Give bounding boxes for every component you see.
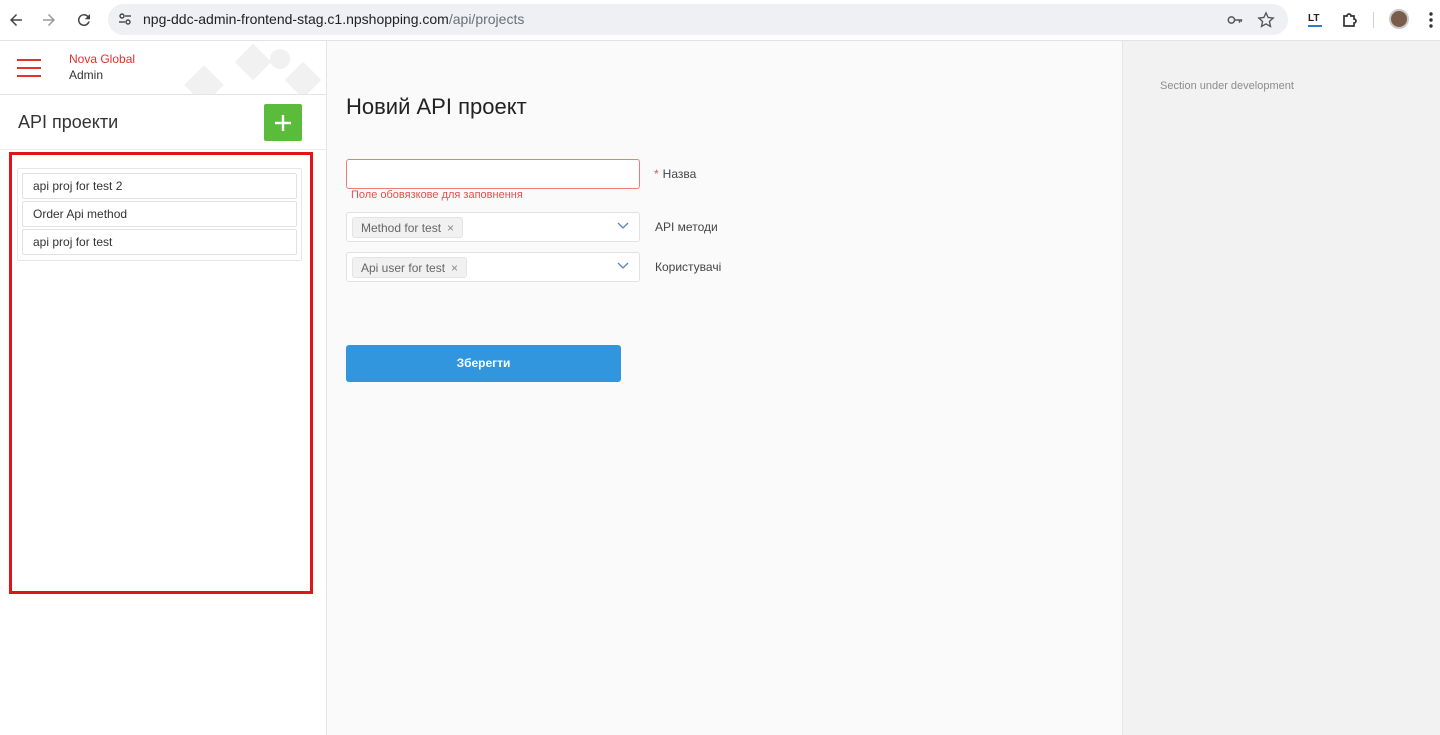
hamburger-menu-icon[interactable] (17, 59, 41, 77)
browser-menu-icon[interactable] (1428, 11, 1434, 29)
extensions-puzzle-icon[interactable] (1340, 10, 1360, 30)
users-select[interactable]: Api user for test × (346, 252, 640, 282)
project-name-label-text: Назва (662, 167, 697, 181)
required-mark: * (654, 167, 659, 181)
brand-watermark-icon (184, 43, 322, 94)
extension-label: LT (1308, 13, 1320, 24)
under-development-text: Section under development (1160, 80, 1294, 92)
forward-button[interactable] (37, 8, 61, 32)
brand-header: Nova Global Admin (0, 41, 326, 95)
brand-subtitle: Admin (69, 68, 104, 82)
chevron-down-icon[interactable] (617, 262, 629, 270)
remove-tag-icon[interactable]: × (451, 261, 458, 275)
url-host: npg-ddc-admin-frontend-stag.c1.npshoppin… (143, 11, 449, 27)
address-bar[interactable]: npg-ddc-admin-frontend-stag.c1.npshoppin… (108, 4, 1288, 35)
toolbar-divider (1373, 12, 1374, 28)
back-arrow-icon (10, 14, 22, 26)
project-list-item[interactable]: Order Api method (22, 201, 297, 227)
project-form-panel: Новий API проект * Назва Поле обовязкове … (327, 41, 1122, 735)
add-project-button[interactable] (264, 104, 302, 141)
save-button[interactable]: Зберегти (346, 345, 621, 382)
info-panel: Section under development (1122, 41, 1440, 735)
api-methods-label: API методи (655, 220, 718, 234)
forward-arrow-icon (43, 14, 55, 26)
api-methods-select[interactable]: Method for test × (346, 212, 640, 242)
plus-icon (275, 114, 291, 131)
remove-tag-icon[interactable]: × (447, 221, 454, 235)
key-icon[interactable] (1226, 11, 1244, 29)
url-path: /api/projects (448, 11, 525, 27)
project-name-input[interactable] (346, 159, 640, 189)
profile-avatar[interactable] (1389, 9, 1409, 29)
user-tag-label: Api user for test (361, 261, 446, 275)
reload-icon (77, 14, 90, 27)
site-settings-icon[interactable] (117, 11, 133, 27)
project-name-label: * Назва (654, 167, 696, 181)
sidebar: Nova Global Admin API проекти api proj f… (0, 41, 327, 735)
project-name-error: Поле обовязкове для заповнення (351, 189, 523, 201)
users-label: Користувачі (655, 260, 722, 274)
project-list-item[interactable]: api proj for test (22, 229, 297, 255)
back-button[interactable] (4, 8, 28, 32)
browser-toolbar: npg-ddc-admin-frontend-stag.c1.npshoppin… (0, 0, 1440, 41)
api-method-tag-label: Method for test (361, 221, 442, 235)
projects-list: api proj for test 2 Order Api method api… (17, 168, 302, 261)
bookmark-star-icon[interactable] (1257, 11, 1275, 29)
brand-name: Nova Global (69, 52, 136, 66)
chevron-down-icon[interactable] (617, 222, 629, 230)
user-tag: Api user for test × (352, 257, 468, 278)
url-text: npg-ddc-admin-frontend-stag.c1.npshoppin… (143, 11, 524, 27)
page-title: Новий API проект (346, 94, 527, 119)
extension-underline (1308, 25, 1322, 27)
languagetool-extension-icon[interactable]: LT (1306, 10, 1326, 30)
projects-list-header: API проекти (0, 96, 326, 150)
project-list-item[interactable]: api proj for test 2 (22, 173, 297, 199)
reload-button[interactable] (72, 8, 96, 32)
projects-list-title: API проекти (18, 112, 119, 132)
api-method-tag: Method for test × (352, 217, 464, 238)
